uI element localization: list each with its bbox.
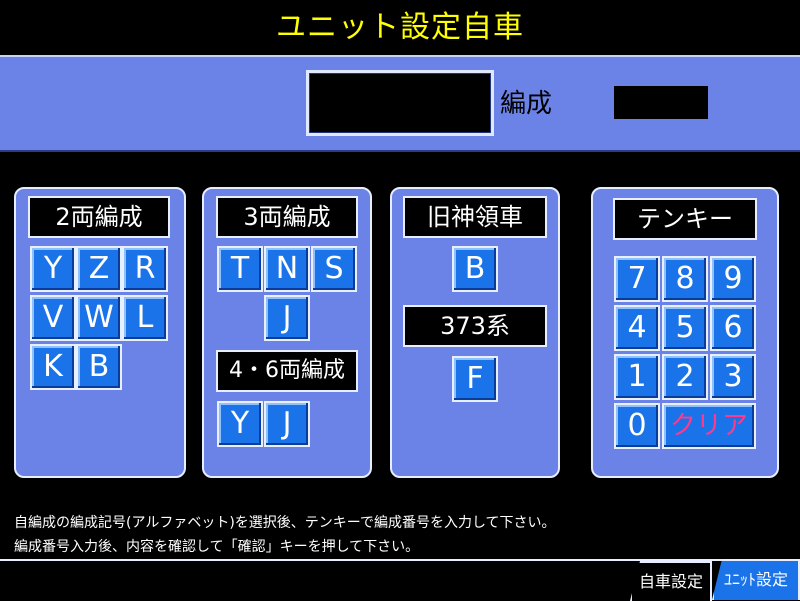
key-digit-4[interactable]: 4 — [614, 305, 660, 351]
key-373-series-f[interactable]: F — [452, 356, 498, 402]
label-four-six-car: 4・6両編成 — [216, 350, 358, 392]
key-two-car-v[interactable]: V — [30, 295, 76, 341]
key-four-six-car-y[interactable]: Y — [217, 401, 263, 447]
label-two-car: 2両編成 — [28, 196, 170, 238]
key-two-car-l[interactable]: L — [122, 295, 168, 341]
key-three-car-s[interactable]: S — [311, 246, 357, 292]
key-three-car-t[interactable]: T — [217, 246, 263, 292]
label-tenkey: テンキー — [613, 198, 757, 240]
hensei-number-display — [614, 86, 708, 119]
key-digit-2[interactable]: 2 — [662, 354, 708, 400]
tab-own-car-settings[interactable]: 自車設定 — [630, 561, 712, 601]
key-two-car-w[interactable]: W — [76, 295, 122, 341]
key-digit-9[interactable]: 9 — [710, 256, 756, 302]
key-digit-5[interactable]: 5 — [662, 305, 708, 351]
key-digit-8[interactable]: 8 — [662, 256, 708, 302]
key-two-car-y[interactable]: Y — [30, 246, 76, 292]
unit-code-display — [306, 70, 494, 136]
key-digit-6[interactable]: 6 — [710, 305, 756, 351]
key-digit-1[interactable]: 1 — [614, 354, 660, 400]
label-three-car: 3両編成 — [216, 196, 358, 238]
instruction-line-1: 自編成の編成記号(アルファベット)を選択後、テンキーで編成番号を入力して下さい。 — [14, 515, 556, 531]
key-two-car-k[interactable]: K — [30, 344, 76, 390]
tab-unit-settings[interactable]: ﾕﾆｯﾄ設定 — [712, 559, 800, 600]
key-digit-7[interactable]: 7 — [614, 256, 660, 302]
key-two-car-r[interactable]: R — [122, 246, 168, 292]
hensei-label: 編成 — [500, 89, 553, 119]
key-three-car-n[interactable]: N — [264, 246, 310, 292]
label-old-shinryo: 旧神領車 — [403, 196, 547, 238]
key-two-car-z[interactable]: Z — [76, 246, 122, 292]
key-four-six-car-j[interactable]: J — [264, 401, 310, 447]
footer-divider — [0, 559, 800, 561]
key-three-car-j[interactable]: J — [264, 295, 310, 341]
label-373-series: 373系 — [403, 305, 547, 347]
key-two-car-b[interactable]: B — [76, 344, 122, 390]
instruction-line-2: 編成番号入力後、内容を確認して「確認」キーを押して下さい。 — [14, 539, 420, 555]
key-old-shinryo-b[interactable]: B — [452, 246, 498, 292]
page-title: ユニット設定自車 — [276, 10, 524, 45]
clear-button[interactable]: クリア — [662, 403, 756, 449]
key-digit-0[interactable]: 0 — [614, 403, 660, 449]
key-digit-3[interactable]: 3 — [710, 354, 756, 400]
